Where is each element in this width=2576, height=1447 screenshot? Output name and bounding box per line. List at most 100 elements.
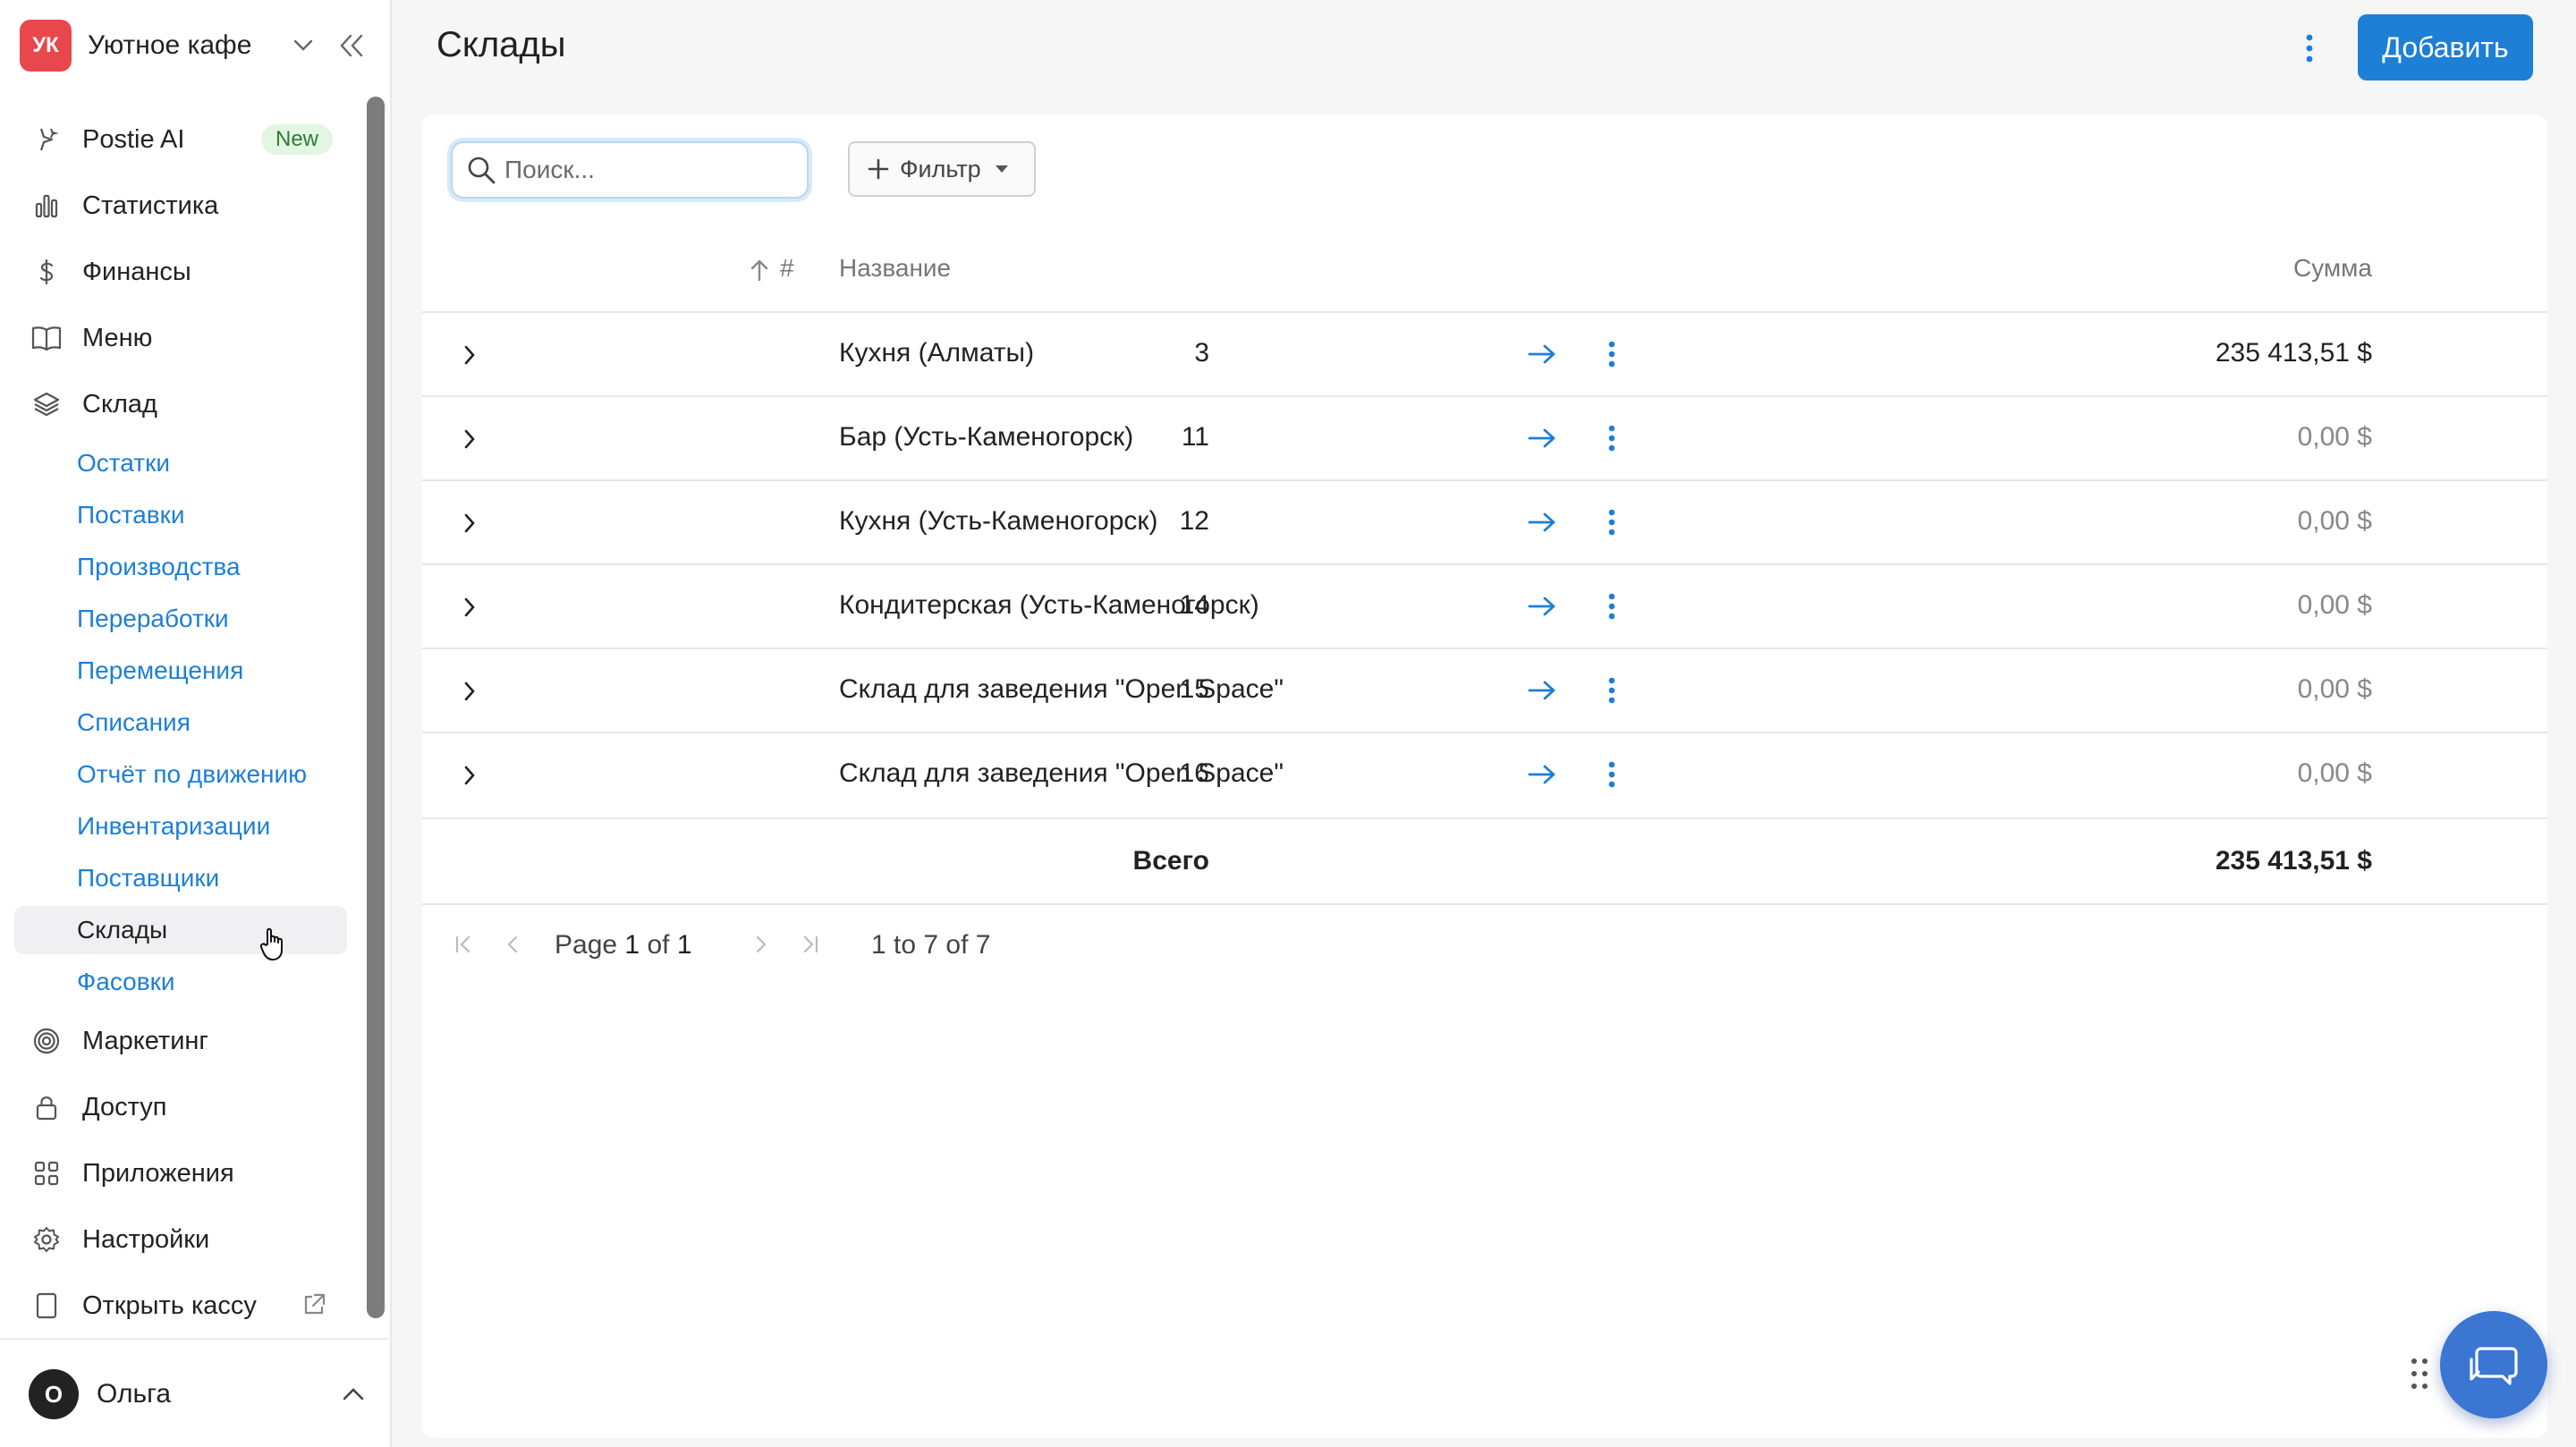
dollar-icon <box>29 254 64 290</box>
table-row[interactable]: 14 Кондитерская (Усть-Каменогорск) 0,00 … <box>422 563 2547 647</box>
lock-icon <box>29 1089 64 1125</box>
row-sum: 0,00 $ <box>2297 674 2372 704</box>
sidebar-item-postie-ai[interactable]: Postie AI New <box>14 113 347 166</box>
next-page-icon[interactable] <box>744 928 776 960</box>
last-page-icon[interactable] <box>794 928 826 960</box>
row-range: 1 to 7 of 7 <box>871 930 991 960</box>
sidebar-item-settings[interactable]: Настройки <box>14 1213 347 1266</box>
sidebar-subitem-warehouses[interactable]: Склады <box>14 906 347 954</box>
chevron-right-icon[interactable] <box>454 508 485 538</box>
arrow-right-icon[interactable] <box>1524 336 1560 372</box>
table-total-row: Всего 235 413,51 $ <box>422 817 2547 905</box>
table-row[interactable]: 15 Склад для заведения "Open Space" 0,00… <box>422 647 2547 732</box>
column-header-name[interactable]: Название <box>839 254 951 283</box>
sidebar-scrollbar[interactable] <box>367 97 385 1318</box>
arrow-right-icon[interactable] <box>1524 420 1560 456</box>
sidebar-item-warehouse[interactable]: Склад <box>14 377 347 431</box>
sidebar-subitem-label: Остатки <box>77 449 170 477</box>
column-header-number[interactable]: # <box>780 254 794 283</box>
sidebar-subitem-label: Инвентаризации <box>77 812 271 840</box>
plus-icon <box>866 157 891 182</box>
sidebar-subitem-label: Фасовки <box>77 968 175 995</box>
row-sum: 0,00 $ <box>2297 758 2372 788</box>
sidebar-subitem-label: Склады <box>77 916 168 944</box>
sidebar-subitem-label: Поставщики <box>77 864 220 892</box>
arrow-right-icon[interactable] <box>1524 757 1560 792</box>
chevron-right-icon[interactable] <box>454 340 485 370</box>
sidebar-item-label: Доступ <box>82 1092 167 1121</box>
row-name: Кухня (Усть-Каменогорск) <box>839 506 1158 536</box>
page-of: of <box>647 930 670 960</box>
arrow-right-icon[interactable] <box>1524 673 1560 708</box>
sidebar-subitem-stock[interactable]: Остатки <box>14 439 347 487</box>
sidebar-subitem-movement-report[interactable]: Отчёт по движению <box>14 750 347 799</box>
venue-name: Уютное кафе <box>88 30 252 60</box>
table-row[interactable]: 16 Склад для заведения "Open Space" 0,00… <box>422 732 2547 816</box>
sidebar-item-label: Открыть кассу <box>82 1290 257 1320</box>
sidebar-item-statistics[interactable]: Статистика <box>14 179 347 233</box>
first-page-icon[interactable] <box>447 928 479 960</box>
row-name: Кондитерская (Усть-Каменогорск) <box>839 590 1259 620</box>
sidebar-subitem-supplies[interactable]: Поставки <box>14 491 347 539</box>
table-row[interactable]: 11 Бар (Усть-Каменогорск) 0,00 $ <box>422 395 2547 479</box>
row-more-icon[interactable] <box>1594 588 1630 624</box>
search-input[interactable] <box>504 156 800 184</box>
sidebar-item-open-register[interactable]: Открыть кассу <box>14 1279 347 1333</box>
book-icon <box>29 320 64 356</box>
sidebar-item-finance[interactable]: Финансы <box>14 245 347 299</box>
chat-icon <box>2470 1347 2518 1385</box>
sidebar-subitem-label: Перемещения <box>77 656 244 684</box>
column-header-sum[interactable]: Сумма <box>2293 254 2372 283</box>
chevron-right-icon[interactable] <box>454 760 485 791</box>
row-sum: 0,00 $ <box>2297 422 2372 452</box>
chat-button[interactable] <box>2440 1311 2547 1418</box>
row-more-icon[interactable] <box>1594 420 1630 456</box>
sidebar-item-apps[interactable]: Приложения <box>14 1147 347 1200</box>
user-menu[interactable]: О Ольга <box>29 1368 369 1420</box>
page-current: 1 <box>624 930 640 960</box>
row-more-icon[interactable] <box>1594 673 1630 708</box>
layers-icon <box>29 386 64 422</box>
sidebar-subitem-transfers[interactable]: Перемещения <box>14 647 347 695</box>
search-box[interactable] <box>451 141 809 199</box>
sidebar-subitem-writeoffs[interactable]: Списания <box>14 698 347 747</box>
venue-switcher[interactable]: УК Уютное кафе <box>20 20 369 72</box>
chevron-right-icon[interactable] <box>454 424 485 454</box>
arrow-right-icon[interactable] <box>1524 504 1560 540</box>
row-sum: 235 413,51 $ <box>2215 338 2372 368</box>
new-badge: New <box>260 124 333 155</box>
sidebar-item-access[interactable]: Доступ <box>14 1080 347 1134</box>
row-number: 12 <box>1179 506 1209 536</box>
sidebar-subitem-processing[interactable]: Переработки <box>14 595 347 643</box>
chevron-down-icon[interactable] <box>288 30 318 61</box>
sidebar-item-marketing[interactable]: Маркетинг <box>14 1014 347 1068</box>
row-name: Склад для заведения "Open Space" <box>839 758 1284 788</box>
row-more-icon[interactable] <box>1594 336 1630 372</box>
sidebar-subitem-packaging[interactable]: Фасовки <box>14 958 347 1006</box>
sidebar-subitem-production[interactable]: Производства <box>14 543 347 591</box>
drag-handle-icon[interactable] <box>2406 1352 2433 1395</box>
page-indicator: Page 1 of 1 <box>555 930 692 960</box>
more-options-icon[interactable] <box>2292 30 2327 66</box>
arrow-right-icon[interactable] <box>1524 588 1560 624</box>
prev-page-icon[interactable] <box>497 928 530 960</box>
sidebar-subitem-inventories[interactable]: Инвентаризации <box>14 802 347 850</box>
row-more-icon[interactable] <box>1594 757 1630 792</box>
sidebar-item-label: Маркетинг <box>82 1026 208 1055</box>
filter-button[interactable]: Фильтр <box>848 141 1036 197</box>
user-name: Ольга <box>97 1379 172 1409</box>
chevron-up-icon[interactable] <box>338 1379 369 1409</box>
sidebar-subitem-label: Списания <box>77 708 191 736</box>
sidebar-subitem-suppliers[interactable]: Поставщики <box>14 854 347 902</box>
add-button[interactable]: Добавить <box>2358 14 2533 80</box>
chevron-right-icon[interactable] <box>454 592 485 622</box>
search-icon <box>465 154 497 186</box>
row-more-icon[interactable] <box>1594 504 1630 540</box>
table-row[interactable]: 12 Кухня (Усть-Каменогорск) 0,00 $ <box>422 479 2547 563</box>
avatar: О <box>29 1369 79 1419</box>
collapse-sidebar-icon[interactable] <box>335 29 369 63</box>
sidebar-item-menu[interactable]: Меню <box>14 311 347 365</box>
chevron-right-icon[interactable] <box>454 676 485 707</box>
page-total: 1 <box>676 930 692 960</box>
table-row[interactable]: 3 Кухня (Алматы) 235 413,51 $ <box>422 311 2547 395</box>
